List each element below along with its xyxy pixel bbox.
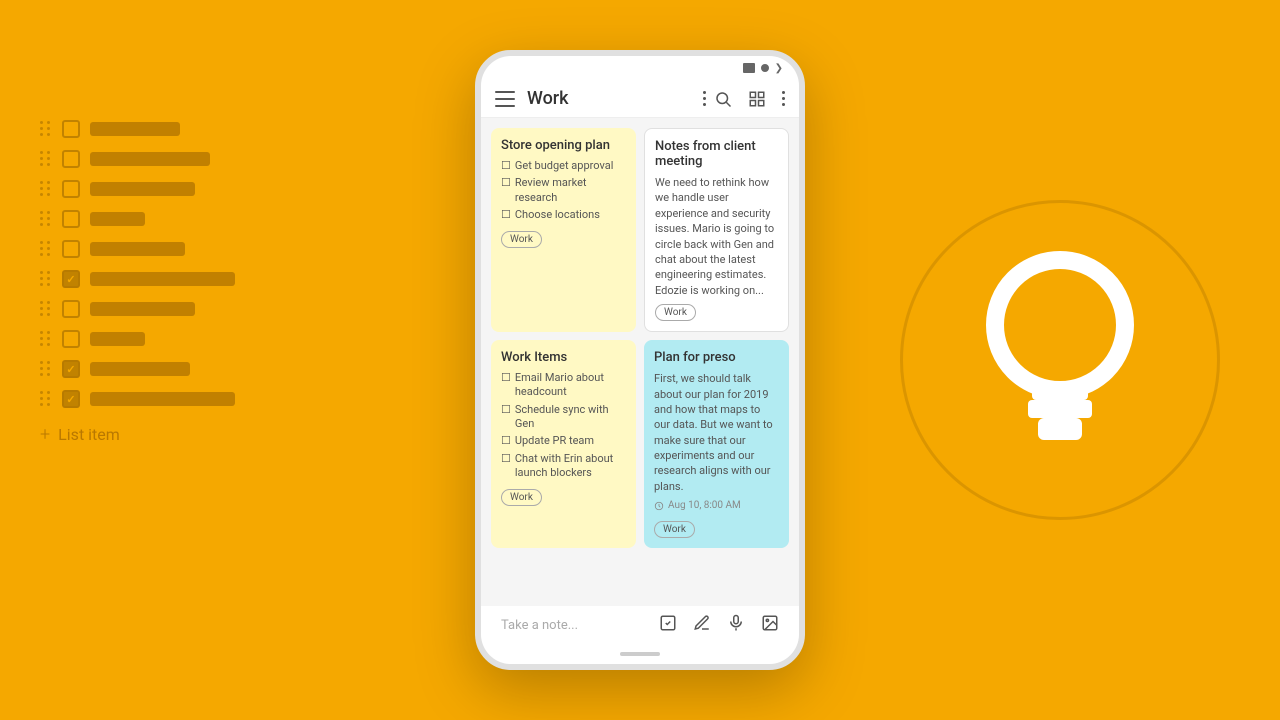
header-more-icon[interactable] [782,91,785,106]
phone-bottom-bar: Take a note... [481,606,799,644]
list-row-4[interactable] [40,240,235,258]
checkbox-6[interactable] [62,300,80,318]
note-preso-text: First, we should talk about our plan for… [654,371,779,494]
note-client-tag[interactable]: Work [655,304,696,321]
note-work-tag[interactable]: Work [501,489,542,506]
note-store-tag[interactable]: Work [501,231,542,248]
checkbox-8[interactable] [62,360,80,378]
note-work-items[interactable]: Work Items Email Mario about headcount S… [491,340,636,548]
work-item-4: Chat with Erin about launch blockers [501,452,626,481]
list-row-5[interactable] [40,270,235,288]
bar-1 [90,152,210,166]
note-plan-preso[interactable]: Plan for preso First, we should talk abo… [644,340,789,548]
note-client-title: Notes from client meeting [655,139,778,169]
note-store-opening[interactable]: Store opening plan Get budget approval R… [491,128,636,332]
work-item-1: Email Mario about headcount [501,371,626,400]
battery-icon [743,63,755,73]
work-item-3: Update PR team [501,434,626,448]
bottom-icons [659,614,779,636]
list-row-7[interactable] [40,330,235,348]
bar-2 [90,182,195,196]
add-list-label: List item [58,425,120,444]
drag-handle-2[interactable] [40,181,52,197]
checkbox-1[interactable] [62,150,80,168]
list-row-9[interactable] [40,390,235,408]
drag-handle-6[interactable] [40,301,52,317]
phone-mockup: ❯ Work [475,50,805,670]
drag-handle-8[interactable] [40,361,52,377]
note-preso-reminder: Aug 10, 8:00 AM [654,500,779,511]
lightbulb-circle [900,200,1220,520]
drag-handle-9[interactable] [40,391,52,407]
bar-4 [90,242,185,256]
title-more-icon[interactable] [703,91,706,106]
note-item-1: Get budget approval [501,159,626,173]
list-row-0[interactable] [40,120,235,138]
checkbox-9[interactable] [62,390,80,408]
bar-5 [90,272,235,286]
checkbox-3[interactable] [62,210,80,228]
bar-7 [90,332,145,346]
note-preso-tag[interactable]: Work [654,521,695,538]
work-item-2: Schedule sync with Gen [501,403,626,432]
drag-handle-7[interactable] [40,331,52,347]
list-row-1[interactable] [40,150,235,168]
search-icon[interactable] [714,90,732,108]
note-preso-title: Plan for preso [654,350,779,365]
checkbox-5[interactable] [62,270,80,288]
phone-home-bar [481,644,799,664]
take-note-input[interactable]: Take a note... [501,618,659,633]
drag-handle-1[interactable] [40,151,52,167]
signal-dot [761,64,769,72]
app-header: Work [481,80,799,118]
add-list-item[interactable]: + List item [40,424,235,445]
bar-9 [90,392,235,406]
status-bar: ❯ [481,56,799,80]
left-checklist-panel: + List item [40,120,235,445]
list-row-6[interactable] [40,300,235,318]
pencil-icon[interactable] [693,614,711,636]
checkbox-icon[interactable] [659,614,677,636]
lightbulb-panel [900,200,1220,520]
lightbulb-icon [950,230,1170,490]
list-row-3[interactable] [40,210,235,228]
note-work-title: Work Items [501,350,626,365]
note-client-meeting[interactable]: Notes from client meeting We need to ret… [644,128,789,332]
checkbox-7[interactable] [62,330,80,348]
note-item-3: Choose locations [501,208,626,222]
layout-icon[interactable] [748,90,766,108]
checkbox-0[interactable] [62,120,80,138]
drag-handle-3[interactable] [40,211,52,227]
bar-6 [90,302,195,316]
drag-handle-0[interactable] [40,121,52,137]
bar-0 [90,122,180,136]
header-icons [714,90,785,108]
hamburger-menu-icon[interactable] [495,91,515,107]
bar-3 [90,212,145,226]
note-store-title: Store opening plan [501,138,626,153]
note-item-2: Review market research [501,176,626,205]
image-icon[interactable] [761,614,779,636]
checkbox-4[interactable] [62,240,80,258]
notes-grid: Store opening plan Get budget approval R… [481,118,799,606]
add-icon: + [40,424,50,445]
checkbox-2[interactable] [62,180,80,198]
phone-body: ❯ Work [475,50,805,670]
mic-icon[interactable] [727,614,745,636]
app-title: Work [527,88,695,109]
wifi-icon: ❯ [775,63,783,74]
drag-handle-4[interactable] [40,241,52,257]
note-client-text: We need to rethink how we handle user ex… [655,175,778,298]
drag-handle-5[interactable] [40,271,52,287]
bar-8 [90,362,190,376]
list-row-2[interactable] [40,180,235,198]
home-bar-indicator [620,652,660,656]
list-row-8[interactable] [40,360,235,378]
